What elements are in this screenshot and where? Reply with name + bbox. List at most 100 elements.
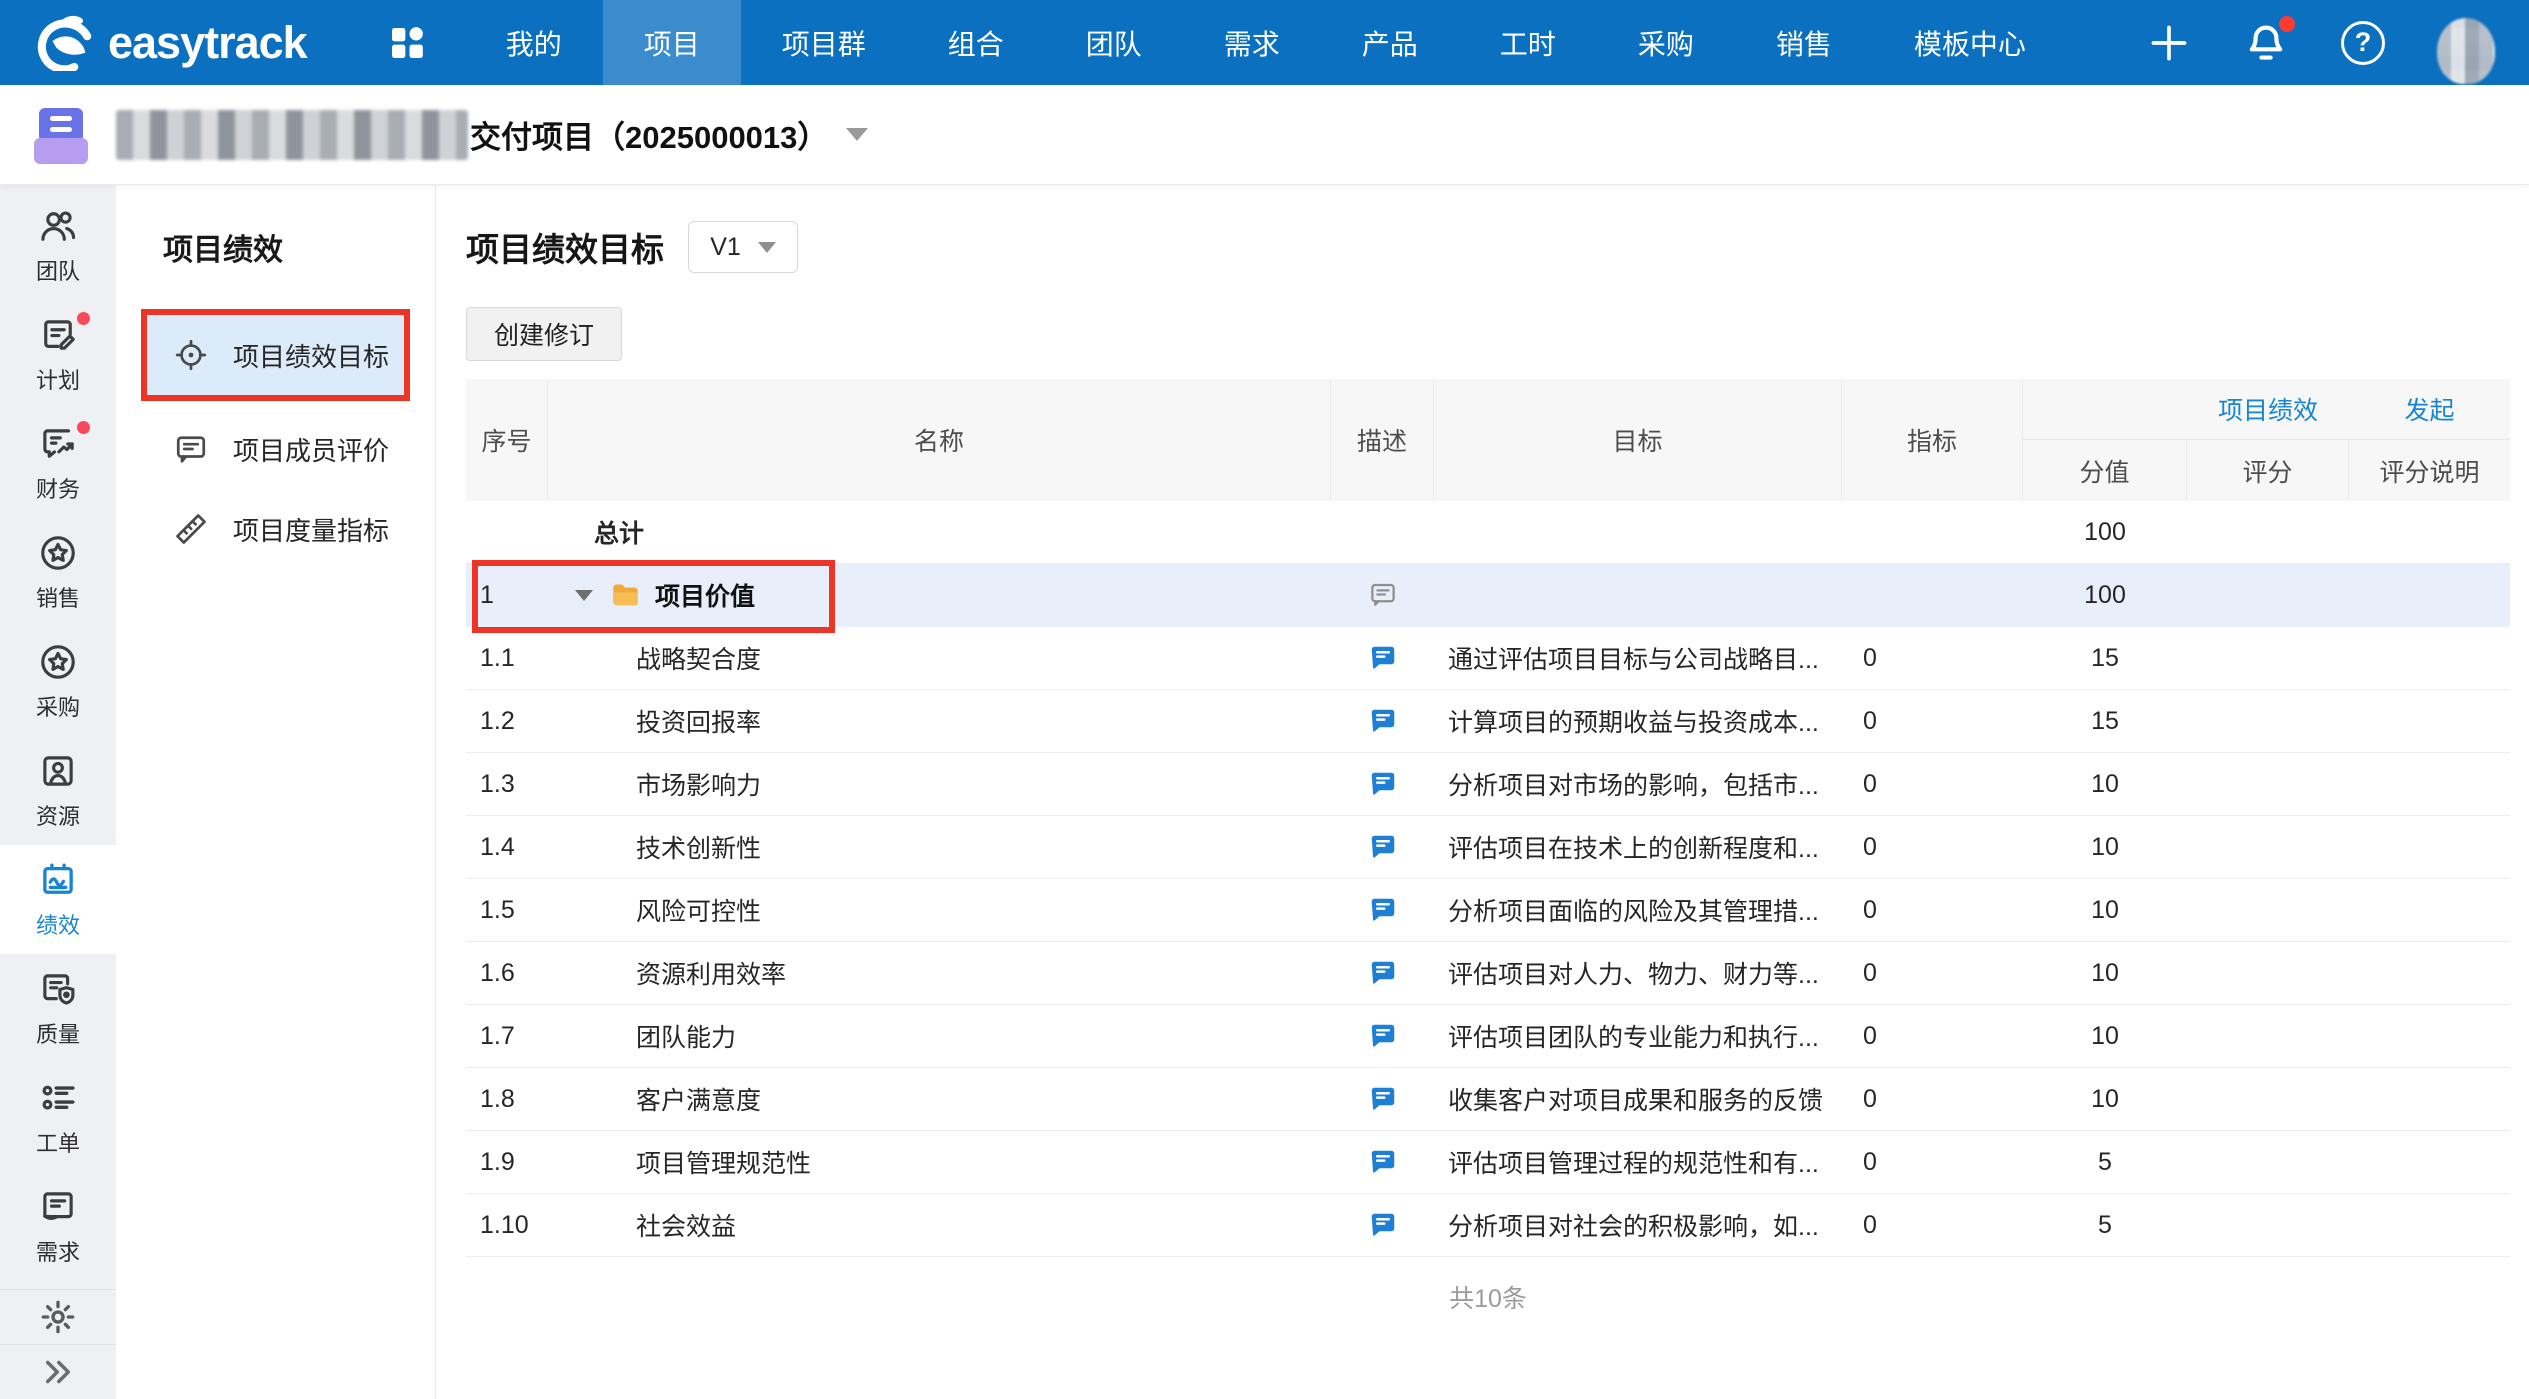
nav-item-my[interactable]: 我的: [465, 0, 603, 85]
description-comment-icon[interactable]: [1368, 1084, 1398, 1114]
row-name: 客户满意度: [548, 1068, 1331, 1130]
nav-item-program[interactable]: 项目群: [741, 0, 907, 85]
team-icon: [37, 205, 79, 247]
row-goal: 评估项目在技术上的创新程度和...: [1434, 816, 1842, 878]
project-title[interactable]: 交付项目（2025000013）: [470, 112, 828, 157]
row-name: 团队能力: [548, 1005, 1331, 1067]
table-body: 1.1 战略契合度 通过评估项目目标与公司战略目... 0: [466, 627, 2510, 1257]
table-row: 1.1 战略契合度 通过评估项目目标与公司战略目... 0: [466, 627, 2510, 690]
row-rating-note: [2349, 879, 2510, 941]
rail-item-resource[interactable]: 资源: [0, 736, 116, 845]
row-goal: 评估项目团队的专业能力和执行...: [1434, 1005, 1842, 1067]
description-comment-icon[interactable]: [1368, 832, 1398, 862]
description-comment-icon[interactable]: [1368, 958, 1398, 988]
resource-icon: [37, 750, 79, 792]
description-comment-icon[interactable]: [1368, 1147, 1398, 1177]
col-header-seq: 序号: [466, 379, 548, 501]
row-rating: [2187, 1068, 2349, 1130]
brand-name: easytrack: [108, 20, 307, 65]
col-header-name: 名称: [548, 379, 1331, 501]
row-name: 市场影响力: [548, 753, 1331, 815]
table-row: 1.7 团队能力 评估项目团队的专业能力和执行... 0: [466, 1005, 2510, 1068]
row-rating-note: [2349, 1131, 2510, 1193]
description-comment-icon[interactable]: [1368, 1210, 1398, 1240]
table-row: 1.2 投资回报率 计算项目的预期收益与投资成本... 0: [466, 690, 2510, 753]
nav-item-project[interactable]: 项目: [603, 0, 741, 85]
brand-swoosh-icon: [34, 15, 96, 71]
project-switcher-caret-icon[interactable]: [846, 128, 868, 141]
settings-gear-icon[interactable]: [0, 1290, 116, 1344]
submenu-item-performance-goals[interactable]: 项目绩效目标: [141, 309, 410, 401]
collapse-chevrons-icon[interactable]: [0, 1345, 116, 1399]
row-name: 战略契合度: [548, 627, 1331, 689]
nav-item-product[interactable]: 产品: [1321, 0, 1459, 85]
row-rating-note: [2349, 690, 2510, 752]
description-comment-icon[interactable]: [1368, 1021, 1398, 1051]
row-seq: 1.6: [466, 942, 548, 1004]
sales-icon: [37, 532, 79, 574]
description-comment-icon[interactable]: [1368, 895, 1398, 925]
col-header-score: 分值: [2023, 440, 2187, 501]
table-row-parent[interactable]: 1 项目价值: [466, 564, 2510, 627]
brand-logo[interactable]: easytrack: [34, 15, 307, 71]
nav-item-portfolio[interactable]: 组合: [907, 0, 1045, 85]
row-score: 10: [2023, 942, 2187, 1004]
nav-item-procurement[interactable]: 采购: [1597, 0, 1735, 85]
description-comment-icon[interactable]: [1368, 706, 1398, 736]
expand-caret-icon[interactable]: [575, 590, 593, 601]
rail-item-procurement[interactable]: 采购: [0, 627, 116, 736]
rail-item-team[interactable]: 团队: [0, 191, 116, 300]
module-rail: 团队 计划 财务 销售 采购: [0, 185, 116, 1399]
project-performance-link[interactable]: 项目绩效: [2218, 391, 2318, 427]
row-rating: [2187, 1131, 2349, 1193]
nav-item-sales[interactable]: 销售: [1735, 0, 1873, 85]
rail-item-ticket[interactable]: 工单: [0, 1063, 116, 1172]
main-menu: 我的 项目 项目群 组合 团队 需求 产品 工时 采购 销售 模板中心: [465, 0, 2067, 85]
nav-item-team[interactable]: 团队: [1045, 0, 1183, 85]
plan-icon: [37, 314, 79, 356]
row-rating: [2187, 753, 2349, 815]
notification-bell-icon[interactable]: [2243, 20, 2289, 66]
row-rating-note: [2349, 1005, 2510, 1067]
help-icon[interactable]: ?: [2341, 21, 2385, 65]
row-indicator: 0: [1842, 1005, 2023, 1067]
row-rating: [2187, 942, 2349, 1004]
table-header: 序号 名称 描述 目标 指标 项目绩效 发起 分值 评分 评分说明: [466, 379, 2510, 501]
initiate-link[interactable]: 发起: [2404, 391, 2454, 427]
chevron-down-icon: [758, 242, 776, 253]
nav-item-requirement[interactable]: 需求: [1183, 0, 1321, 85]
create-plus-icon[interactable]: [2147, 21, 2191, 65]
nav-item-timesheet[interactable]: 工时: [1459, 0, 1597, 85]
app-grid-icon[interactable]: [387, 23, 427, 63]
row-goal: 计算项目的预期收益与投资成本...: [1434, 690, 1842, 752]
rail-item-requirement[interactable]: 需求: [0, 1172, 116, 1281]
col-header-rating-note: 评分说明: [2349, 440, 2510, 501]
description-comment-icon[interactable]: [1368, 643, 1398, 673]
col-header-goal: 目标: [1434, 379, 1842, 501]
rail-item-plan[interactable]: 计划: [0, 300, 116, 409]
description-comment-icon[interactable]: [1368, 580, 1398, 610]
submenu-title: 项目绩效: [163, 225, 435, 269]
nav-item-template-center[interactable]: 模板中心: [1873, 0, 2067, 85]
description-comment-icon[interactable]: [1368, 769, 1398, 799]
table-row: 1.3 市场影响力 分析项目对市场的影响，包括市... 0: [466, 753, 2510, 816]
row-seq: 1.5: [466, 879, 548, 941]
col-header-desc: 描述: [1331, 379, 1434, 501]
submenu-item-member-evaluation[interactable]: 项目成员评价: [141, 409, 410, 489]
main-content: 项目绩效目标 V1 创建修订 序号 名称 描述 目标 指标 项目绩效 发起: [436, 185, 2529, 1399]
notification-dot: [77, 312, 90, 325]
rail-item-performance[interactable]: 绩效: [0, 845, 116, 954]
submenu-item-metrics[interactable]: 项目度量指标: [141, 489, 410, 569]
create-revision-button[interactable]: 创建修订: [466, 307, 622, 361]
rail-item-finance[interactable]: 财务: [0, 409, 116, 518]
comment-icon: [173, 431, 209, 467]
notification-dot: [77, 421, 90, 434]
row-goal: 通过评估项目目标与公司战略目...: [1434, 627, 1842, 689]
version-select[interactable]: V1: [688, 221, 798, 273]
row-seq: 1.1: [466, 627, 548, 689]
row-score: 10: [2023, 753, 2187, 815]
user-avatar[interactable]: [2437, 18, 2495, 84]
rail-item-quality[interactable]: 质量: [0, 954, 116, 1063]
rail-item-sales[interactable]: 销售: [0, 518, 116, 627]
row-goal: 分析项目对社会的积极影响，如...: [1434, 1194, 1842, 1256]
